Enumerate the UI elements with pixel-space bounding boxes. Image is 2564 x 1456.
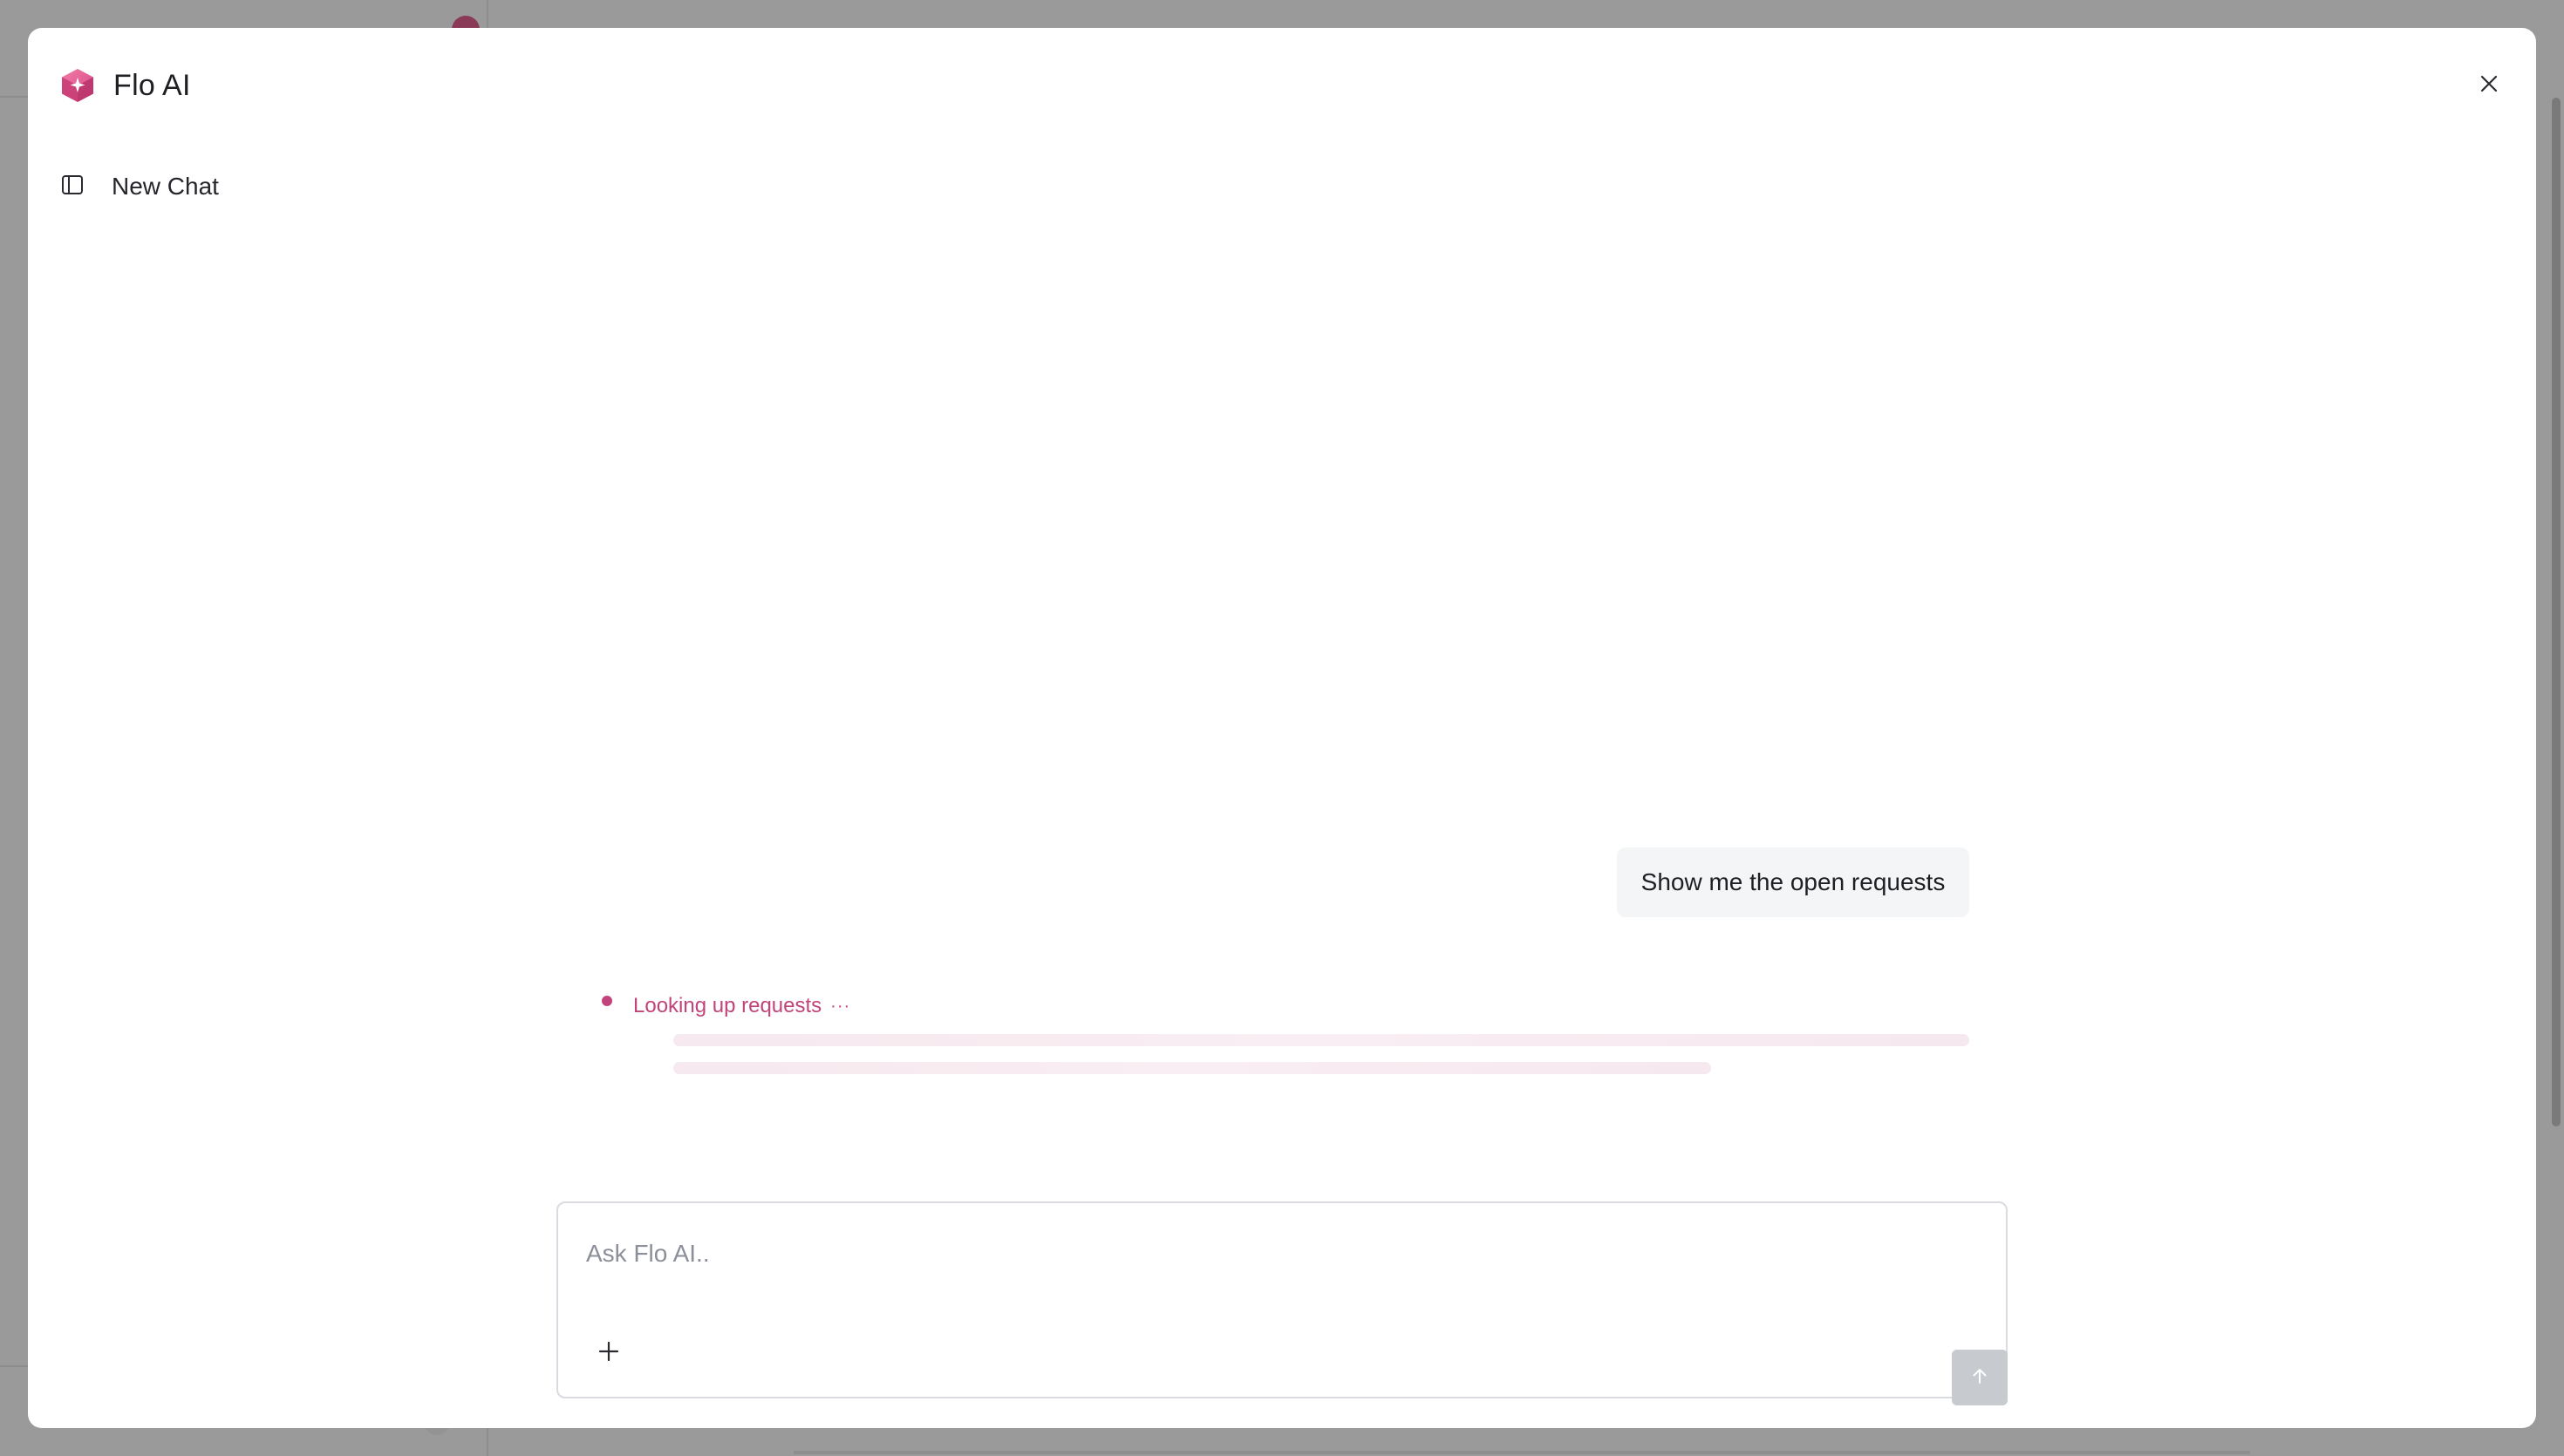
assistant-status: Looking up requests ··· — [602, 989, 850, 1024]
new-chat-button[interactable]: New Chat — [112, 173, 219, 201]
close-icon — [2479, 73, 2499, 99]
send-button[interactable] — [1952, 1350, 2008, 1405]
sidebar-toggle-button[interactable] — [59, 173, 85, 200]
brand-header: Flo AI — [59, 63, 191, 108]
status-ellipsis: ··· — [830, 996, 851, 1016]
close-button[interactable] — [2470, 66, 2508, 105]
background-bottom-bar — [794, 1451, 2250, 1454]
flo-ai-logo-icon — [59, 67, 96, 104]
sidebar-panel-icon — [61, 173, 84, 201]
user-message-bubble: Show me the open requests — [1617, 847, 1969, 917]
plus-icon — [597, 1340, 620, 1367]
flo-ai-modal: Flo AI New Chat Show me the open request… — [28, 28, 2536, 1428]
loading-skeleton-line — [673, 1062, 1711, 1074]
status-text: Looking up requests — [633, 994, 822, 1017]
status-indicator-dot — [602, 996, 612, 1006]
chat-input[interactable] — [586, 1235, 1947, 1273]
attach-button[interactable] — [591, 1336, 626, 1371]
app-title: Flo AI — [113, 68, 191, 102]
loading-skeleton-line — [673, 1034, 1969, 1046]
background-scrollbar — [2552, 98, 2561, 1126]
new-chat-row: New Chat — [59, 166, 219, 208]
arrow-up-icon — [1969, 1365, 1990, 1391]
chat-composer — [556, 1201, 2008, 1405]
